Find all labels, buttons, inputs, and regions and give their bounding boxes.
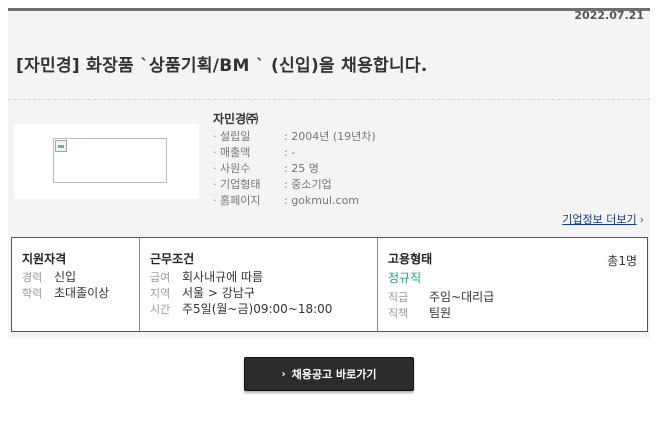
posting-title: [자민경] 화장품 `상품기획/BM ` (신입)을 채용합니다. <box>16 56 428 76</box>
divider <box>8 99 650 100</box>
go-to-posting-label: 채용공고 바로가기 <box>291 368 377 381</box>
qualification-row: 학력 초대졸이상 <box>22 286 110 300</box>
employment-row: 직책 팀원 <box>388 306 452 320</box>
conditions-heading: 근무조건 <box>150 252 195 266</box>
company-info-more-link[interactable]: 기업정보 더보기 › <box>562 211 644 227</box>
company-info-list: · 설립일: 2004년 (19년차) · 매출액: - · 사원수: 25 명… <box>213 129 376 209</box>
qualification-heading: 지원자격 <box>22 252 67 266</box>
qualification-row: 경력 신입 <box>22 270 77 284</box>
hiring-count: 총1명 <box>607 254 637 268</box>
company-logo-image <box>53 138 167 183</box>
conditions-row: 지역 서울 > 강남구 <box>150 286 255 300</box>
conditions-table: 지원자격 경력 신입 학력 초대졸이상 근무조건 급여 회사내규에 따름 지역 서울 >… <box>11 237 648 332</box>
conditions-row: 급여 회사내규에 따름 <box>150 270 264 284</box>
broken-image-icon <box>55 140 67 152</box>
qualification-column: 지원자격 경력 신입 학력 초대졸이상 <box>12 238 140 331</box>
company-logo-box <box>14 124 199 199</box>
employment-type: 정규직 <box>388 271 422 285</box>
posting-date: 2022.07.21 <box>574 9 644 22</box>
job-posting-panel: 2022.07.21 [자민경] 화장품 `상품기획/BM ` (신입)을 채용… <box>8 8 650 338</box>
company-info-item: · 설립일: 2004년 (19년차) <box>213 130 376 143</box>
chevron-right-icon: › <box>639 213 644 226</box>
company-info-item: · 매출액: - <box>213 146 296 159</box>
company-info-item: · 사원수: 25 명 <box>213 162 319 175</box>
arrow-right-icon: › <box>281 368 286 380</box>
company-info-item: · 홈페이지: gokmul.com <box>213 194 360 207</box>
employment-row: 직급 주임~대리급 <box>388 290 495 304</box>
conditions-row: 시간 주5일(월~금)09:00~18:00 <box>150 302 333 316</box>
company-name: 자민경㈜ <box>213 112 259 126</box>
company-info-item: · 기업형태: 중소기업 <box>213 178 332 191</box>
go-to-posting-button[interactable]: › 채용공고 바로가기 <box>244 357 414 391</box>
conditions-column: 근무조건 급여 회사내규에 따름 지역 서울 > 강남구 시간 주5일(월~금)09:… <box>140 238 378 331</box>
employment-column: 고용형태 총1명 정규직 직급 주임~대리급 직책 팀원 <box>378 238 647 331</box>
